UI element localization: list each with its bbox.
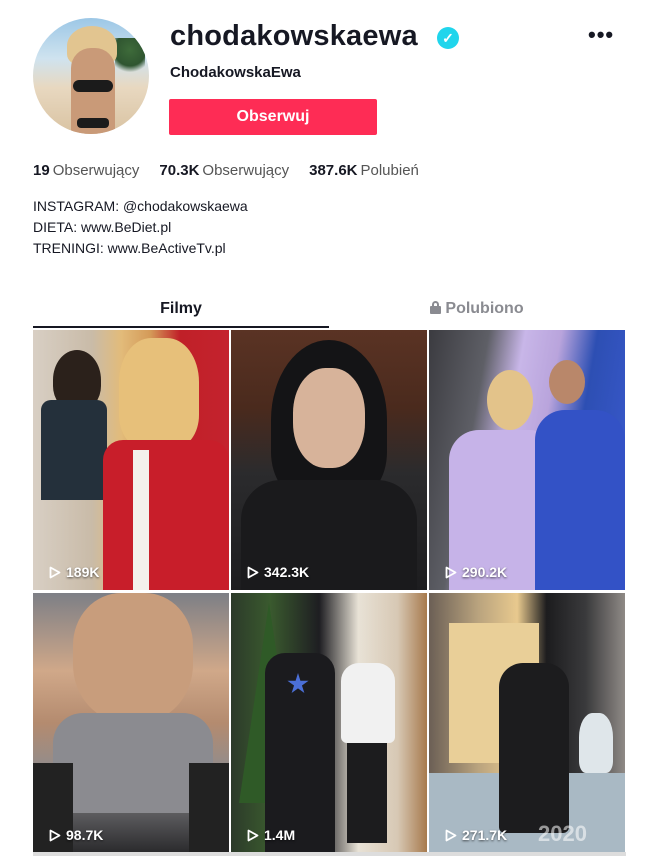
play-icon <box>49 566 61 579</box>
avatar-swimsuit-top <box>73 80 113 92</box>
video-tile[interactable]: 98.7K <box>33 593 229 853</box>
play-icon <box>445 566 457 579</box>
profile-bio: INSTAGRAM: @chodakowskaewa DIETA: www.Be… <box>33 196 248 259</box>
tab-liked[interactable]: Polubiono <box>329 294 625 328</box>
stat-following-value: 19 <box>33 162 50 179</box>
video-grid: 189K 342.3K 290.2K 98.7K 1.4M 2020 271.7… <box>33 330 626 853</box>
profile-username: chodakowskaewa <box>170 20 418 52</box>
video-overlay-text: 2020 <box>538 821 587 846</box>
follow-button[interactable]: Obserwuj <box>169 99 377 135</box>
video-view-count: 290.2K <box>445 564 507 580</box>
stat-likes-value: 387.6K <box>309 162 358 179</box>
chair-shape <box>189 763 229 853</box>
video-view-count: 189K <box>49 564 99 580</box>
face-shape <box>73 593 193 723</box>
stat-following[interactable]: 19 Obserwujący <box>33 162 139 179</box>
face-shape <box>293 368 365 468</box>
video-view-count: 342.3K <box>247 564 309 580</box>
stat-followers-value: 70.3K <box>159 162 200 179</box>
vase-shape <box>579 713 613 773</box>
ribbon-shape <box>133 450 149 590</box>
view-count-text: 1.4M <box>264 827 296 843</box>
tab-videos[interactable]: Filmy <box>33 294 329 328</box>
person-silhouette <box>499 663 569 833</box>
person-silhouette <box>103 440 229 590</box>
video-tile[interactable]: 342.3K <box>231 330 427 590</box>
profile-nickname: ChodakowskaEwa <box>170 64 301 81</box>
tab-videos-label: Filmy <box>160 300 202 317</box>
play-icon <box>49 829 61 842</box>
stat-followers[interactable]: 70.3K Obserwujący <box>159 162 289 179</box>
profile-tabs: Filmy Polubiono <box>33 294 625 328</box>
stat-followers-label: Obserwujący <box>202 162 290 179</box>
lock-icon <box>430 301 442 314</box>
jacket-shape <box>535 410 625 590</box>
legs-shape <box>347 743 387 843</box>
video-tile[interactable]: 290.2K <box>429 330 625 590</box>
view-count-text: 189K <box>66 564 100 580</box>
profile-avatar[interactable] <box>33 18 149 134</box>
person-silhouette <box>41 400 107 500</box>
more-options-icon[interactable]: ••• <box>588 22 614 48</box>
play-icon <box>247 829 259 842</box>
profile-stats: 19 Obserwujący 70.3K Obserwujący 387.6K Pol… <box>33 162 419 179</box>
view-count-text: 271.7K <box>462 827 508 843</box>
play-icon <box>445 829 457 842</box>
stat-likes: 387.6K Polubień <box>309 162 419 179</box>
bio-line: INSTAGRAM: @chodakowskaewa <box>33 198 248 214</box>
face-shape <box>487 370 533 430</box>
verified-badge-icon: ✓ <box>437 27 459 49</box>
video-view-count: 98.7K <box>49 827 103 843</box>
bio-line: TRENINGI: www.BeActiveTv.pl <box>33 240 226 256</box>
stat-following-label: Obserwujący <box>52 162 140 179</box>
video-tile[interactable]: 2020 271.7K <box>429 593 625 853</box>
stat-likes-label: Polubień <box>360 162 419 179</box>
play-icon <box>247 566 259 579</box>
face-shape <box>549 360 585 404</box>
bio-line: DIETA: www.BeDiet.pl <box>33 219 172 235</box>
video-tile[interactable]: 189K <box>33 330 229 590</box>
view-count-text: 342.3K <box>264 564 310 580</box>
avatar-palm-shape <box>115 38 145 78</box>
video-view-count: 1.4M <box>247 827 295 843</box>
video-view-count: 271.7K <box>445 827 507 843</box>
view-count-text: 98.7K <box>66 827 104 843</box>
tab-liked-label: Polubiono <box>445 300 524 317</box>
hoodie-shape <box>341 663 395 743</box>
view-count-text: 290.2K <box>462 564 508 580</box>
video-tile[interactable]: 1.4M <box>231 593 427 853</box>
person-silhouette <box>119 338 199 448</box>
next-row-edge <box>33 852 626 856</box>
avatar-swimsuit-bottom <box>77 118 109 128</box>
